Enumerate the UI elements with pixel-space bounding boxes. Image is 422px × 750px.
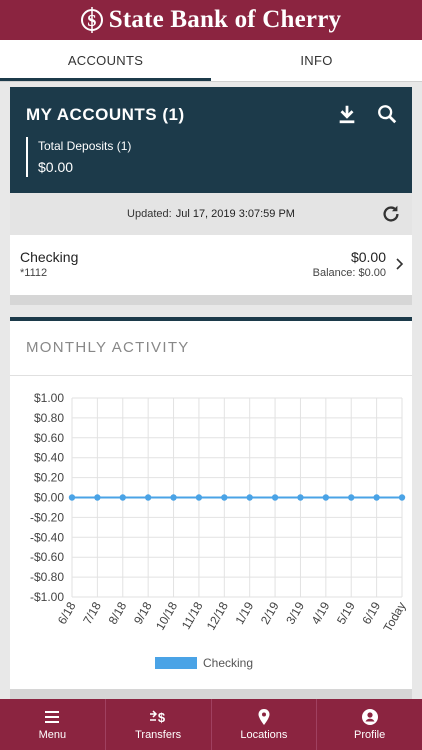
- legend-swatch-checking: [155, 657, 197, 669]
- x-tick-label: 12/18: [204, 599, 231, 632]
- data-point: [373, 494, 380, 501]
- x-tick-label: Today: [380, 600, 408, 635]
- my-accounts-card: MY ACCOUNTS (1) Total Deposits (1) $0.00: [10, 87, 412, 193]
- x-tick-label: 1/19: [232, 599, 256, 627]
- data-point: [246, 494, 253, 501]
- bottom-nav: Menu $ Transfers Locations Profile: [0, 699, 422, 750]
- data-point: [398, 494, 406, 501]
- nav-transfers[interactable]: $ Transfers: [106, 699, 212, 750]
- x-tick-label: 3/19: [283, 599, 307, 627]
- refresh-icon[interactable]: [380, 203, 402, 225]
- tab-info[interactable]: INFO: [211, 40, 422, 81]
- activity-divider-bottom: [10, 689, 412, 699]
- nav-menu[interactable]: Menu: [0, 699, 106, 750]
- x-tick-label: 8/18: [106, 599, 130, 627]
- updated-prefix: Updated:: [127, 208, 172, 220]
- total-deposits-value: $0.00: [38, 159, 74, 175]
- app-header: S State Bank of Cherry: [0, 0, 422, 40]
- tab-bar: ACCOUNTS INFO: [0, 40, 422, 82]
- brand-name: State Bank of Cherry: [108, 6, 342, 33]
- svg-text:$: $: [158, 710, 166, 725]
- y-tick-label: $1.00: [34, 391, 64, 405]
- x-tick-label: 6/19: [359, 599, 383, 627]
- data-point: [271, 494, 279, 501]
- data-point: [322, 494, 330, 501]
- y-tick-label: -$0.20: [30, 510, 64, 524]
- y-tick-label: $0.60: [34, 431, 64, 445]
- y-tick-label: -$0.60: [30, 550, 64, 564]
- data-point: [170, 494, 177, 501]
- download-icon[interactable]: [336, 103, 358, 125]
- updated-bar: Updated: Jul 17, 2019 3:07:59 PM: [10, 193, 412, 235]
- x-tick-label: 7/18: [80, 599, 104, 627]
- brand: S State Bank of Cherry: [80, 5, 342, 35]
- nav-locations[interactable]: Locations: [212, 699, 318, 750]
- updated-timestamp: Jul 17, 2019 3:07:59 PM: [175, 208, 295, 220]
- tab-accounts[interactable]: ACCOUNTS: [0, 40, 211, 81]
- account-balance: Balance: $0.00: [312, 267, 386, 279]
- menu-icon: [45, 711, 60, 723]
- total-deposits[interactable]: Total Deposits (1) $0.00: [26, 137, 131, 177]
- data-point: [68, 494, 76, 501]
- monthly-activity-chart: $1.00 $0.80 $0.60 $0.40 $0.20 $0.00 -$0.20 -$0.…: [30, 391, 409, 635]
- y-tick-label: -$0.40: [30, 530, 64, 544]
- bank-logo-icon: S: [80, 7, 103, 33]
- chevron-right-icon: [396, 258, 404, 270]
- data-point: [297, 494, 304, 501]
- nav-transfers-label: Transfers: [135, 729, 182, 741]
- x-tick-label: 11/18: [179, 599, 206, 632]
- transfer-icon: $: [150, 710, 166, 725]
- nav-profile[interactable]: Profile: [317, 699, 422, 750]
- data-point: [348, 494, 355, 501]
- chart-legend[interactable]: Checking: [155, 656, 253, 670]
- data-point: [195, 494, 203, 501]
- nav-locations-label: Locations: [240, 729, 288, 741]
- y-tick-label: $0.80: [34, 411, 64, 425]
- account-number: *1112: [20, 267, 48, 279]
- profile-icon: [361, 709, 378, 725]
- y-tick-label: $0.40: [34, 451, 64, 465]
- my-accounts-actions: [336, 103, 398, 125]
- data-point: [94, 494, 101, 501]
- row-divider: [10, 295, 412, 305]
- my-accounts-title: MY ACCOUNTS (1): [26, 105, 185, 124]
- x-tick-label: 5/19: [334, 599, 358, 627]
- y-tick-label: $0.00: [34, 491, 64, 505]
- data-point: [119, 494, 126, 501]
- y-tick-label: $0.20: [34, 471, 64, 485]
- search-icon[interactable]: [376, 103, 398, 125]
- data-point: [144, 494, 152, 501]
- x-tick-label: 10/18: [153, 599, 180, 632]
- x-tick-label: 2/19: [258, 599, 282, 627]
- account-name: Checking: [20, 249, 79, 265]
- x-tick-label: 4/19: [309, 599, 333, 627]
- legend-label-checking: Checking: [203, 656, 254, 670]
- account-row-checking[interactable]: Checking *1112 $0.00 Balance: $0.00: [10, 235, 412, 295]
- total-deposits-label: Total Deposits (1): [38, 139, 132, 153]
- y-tick-label: -$0.80: [30, 570, 64, 584]
- data-point: [221, 494, 228, 501]
- location-icon: [258, 709, 270, 725]
- nav-menu-label: Menu: [38, 729, 67, 741]
- monthly-activity-card: MONTHLY ACTIVITY $1.00 $0.80 $0.60 $0.40 $0.…: [10, 317, 412, 689]
- account-amount: $0.00: [350, 249, 386, 265]
- x-tick-label: 9/18: [131, 599, 155, 627]
- nav-profile-label: Profile: [354, 729, 386, 741]
- y-tick-label: -$1.00: [30, 590, 64, 604]
